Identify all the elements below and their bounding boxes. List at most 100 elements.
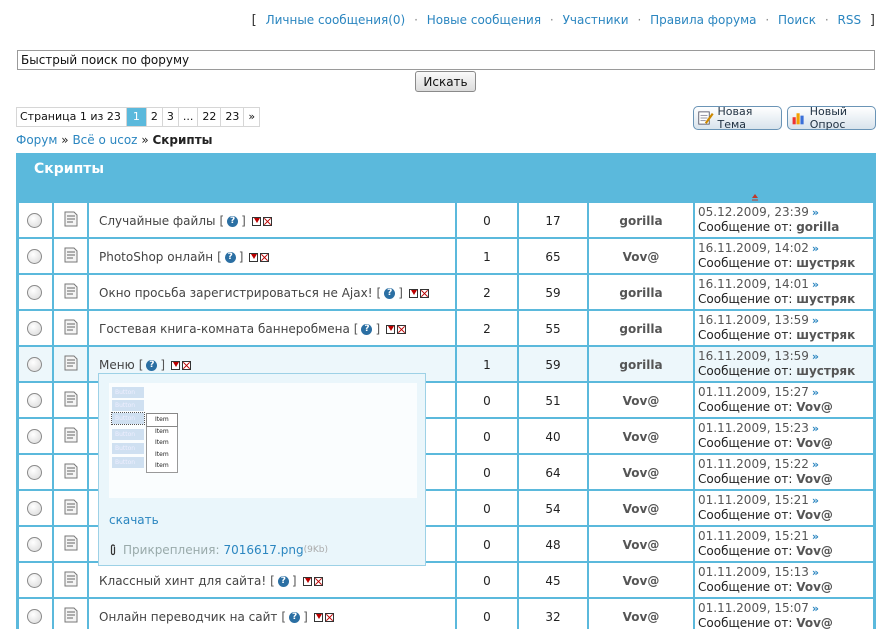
topic-author[interactable]: Vov@ [589, 574, 693, 588]
page-link-23[interactable]: 23 [221, 108, 245, 126]
go-to-last-post-icon[interactable]: » [812, 314, 819, 327]
topic-select-radio[interactable] [27, 429, 42, 444]
topic-title-link[interactable]: PhotoShop онлайн [99, 250, 213, 264]
move-down-icon[interactable] [313, 612, 323, 622]
page-link-2[interactable]: 2 [147, 108, 163, 126]
topic-title-link[interactable]: Окно просьба зарегистрироваться не Ajax! [99, 286, 373, 300]
move-down-icon[interactable] [171, 360, 181, 370]
last-post-author[interactable]: Vov@ [796, 616, 833, 629]
help-icon[interactable]: ? [289, 611, 301, 623]
delete-icon[interactable] [182, 360, 192, 370]
topic-select-radio[interactable] [27, 537, 42, 552]
move-down-icon[interactable] [408, 288, 418, 298]
nav-link-private-messages[interactable]: Личные сообщения(0) [266, 13, 406, 27]
topic-title-link[interactable]: Классный хинт для сайта! [99, 574, 266, 588]
topic-author[interactable]: Vov@ [589, 250, 693, 264]
new-topic-button[interactable]: Новая Тема [693, 105, 782, 131]
last-post-author[interactable]: Vov@ [796, 400, 833, 414]
delete-icon[interactable] [260, 252, 270, 262]
topic-author[interactable]: gorilla [589, 286, 693, 300]
last-post-author[interactable]: gorilla [796, 220, 839, 234]
last-post-date: 01.11.2009, 15:27 [698, 385, 809, 399]
topic-author[interactable]: gorilla [589, 322, 693, 336]
topic-author[interactable]: Vov@ [589, 538, 693, 552]
nav-link-members[interactable]: Участники [563, 13, 629, 27]
last-post-info: 16.11.2009, 13:59» Сообщение от: шустряк [698, 349, 855, 379]
help-icon[interactable]: ? [224, 251, 236, 263]
page-link-3[interactable]: 3 [163, 108, 179, 126]
help-icon[interactable]: ? [361, 323, 373, 335]
last-post-author[interactable]: шустряк [796, 364, 855, 378]
go-to-last-post-icon[interactable]: » [812, 386, 819, 399]
topic-select-radio[interactable] [27, 249, 42, 264]
topic-select-radio[interactable] [27, 321, 42, 336]
delete-icon[interactable] [419, 288, 429, 298]
icon-cell [54, 383, 89, 417]
delete-icon[interactable] [262, 216, 272, 226]
topic-select-radio[interactable] [27, 465, 42, 480]
last-post-author[interactable]: шустряк [796, 256, 855, 270]
nav-link-forum-rules[interactable]: Правила форума [650, 13, 756, 27]
delete-icon[interactable] [313, 576, 323, 586]
topic-select-radio[interactable] [27, 609, 42, 624]
topic-author[interactable]: Vov@ [589, 502, 693, 516]
page-next[interactable]: » [244, 108, 259, 126]
go-to-last-post-icon[interactable]: » [812, 494, 819, 507]
nav-link-search[interactable]: Поиск [778, 13, 816, 27]
help-icon[interactable]: ? [384, 287, 396, 299]
topic-select-radio[interactable] [27, 573, 42, 588]
last-post-author[interactable]: Vov@ [796, 436, 833, 450]
last-post-author[interactable]: Vov@ [796, 580, 833, 594]
topic-title-link[interactable]: Гостевая книга-комната баннеробмена [99, 322, 350, 336]
go-to-last-post-icon[interactable]: » [812, 278, 819, 291]
topic-select-radio[interactable] [27, 357, 42, 372]
breadcrumb-forum[interactable]: Форум [16, 133, 57, 147]
topic-author[interactable]: gorilla [589, 358, 693, 372]
go-to-last-post-icon[interactable]: » [812, 602, 819, 615]
last-post-author[interactable]: Vov@ [796, 472, 833, 486]
topic-author[interactable]: Vov@ [589, 394, 693, 408]
search-button[interactable]: Искать [415, 71, 476, 92]
download-link[interactable]: скачать [109, 513, 159, 527]
topic-select-radio[interactable] [27, 213, 42, 228]
last-post-author[interactable]: Vov@ [796, 544, 833, 558]
go-to-last-post-icon[interactable]: » [812, 566, 819, 579]
go-to-last-post-icon[interactable]: » [812, 206, 819, 219]
last-post-info: 01.11.2009, 15:27» Сообщение от: Vov@ [698, 385, 833, 415]
last-post-author[interactable]: Vov@ [796, 508, 833, 522]
topic-select-radio[interactable] [27, 393, 42, 408]
page-link-22[interactable]: 22 [198, 108, 222, 126]
go-to-last-post-icon[interactable]: » [812, 350, 819, 363]
go-to-last-post-icon[interactable]: » [812, 422, 819, 435]
attachment-file-link[interactable]: 7016617.png [224, 543, 304, 557]
delete-icon[interactable] [324, 612, 334, 622]
go-to-last-post-icon[interactable]: » [812, 458, 819, 471]
go-to-last-post-icon[interactable]: » [812, 242, 819, 255]
topic-select-radio[interactable] [27, 285, 42, 300]
topic-title-link[interactable]: Меню [99, 358, 135, 372]
topic-select-radio[interactable] [27, 501, 42, 516]
move-down-icon[interactable] [251, 216, 261, 226]
move-down-icon[interactable] [249, 252, 259, 262]
help-icon[interactable]: ? [227, 215, 239, 227]
help-icon[interactable]: ? [146, 359, 158, 371]
forum-search-input[interactable]: Быстрый поиск по форуму [17, 50, 875, 70]
nav-link-new-messages[interactable]: Новые сообщения [427, 13, 541, 27]
topic-title-link[interactable]: Случайные файлы [99, 214, 215, 228]
help-icon[interactable]: ? [277, 575, 289, 587]
last-post-author[interactable]: шустряк [796, 292, 855, 306]
go-to-last-post-icon[interactable]: » [812, 530, 819, 543]
topic-title-link[interactable]: Онлайн переводчик на сайт [99, 610, 277, 624]
topic-author[interactable]: Vov@ [589, 466, 693, 480]
last-post-author[interactable]: шустряк [796, 328, 855, 342]
nav-link-rss[interactable]: RSS [838, 13, 862, 27]
move-down-icon[interactable] [386, 324, 396, 334]
move-down-icon[interactable] [302, 576, 312, 586]
new-poll-button[interactable]: Новый Опрос [787, 105, 876, 131]
sort-arrow-icon[interactable] [751, 193, 759, 201]
delete-icon[interactable] [397, 324, 407, 334]
topic-author[interactable]: Vov@ [589, 430, 693, 444]
topic-author[interactable]: gorilla [589, 214, 693, 228]
breadcrumb-section[interactable]: Всё о ucoz [72, 133, 137, 147]
topic-author[interactable]: Vov@ [589, 610, 693, 624]
